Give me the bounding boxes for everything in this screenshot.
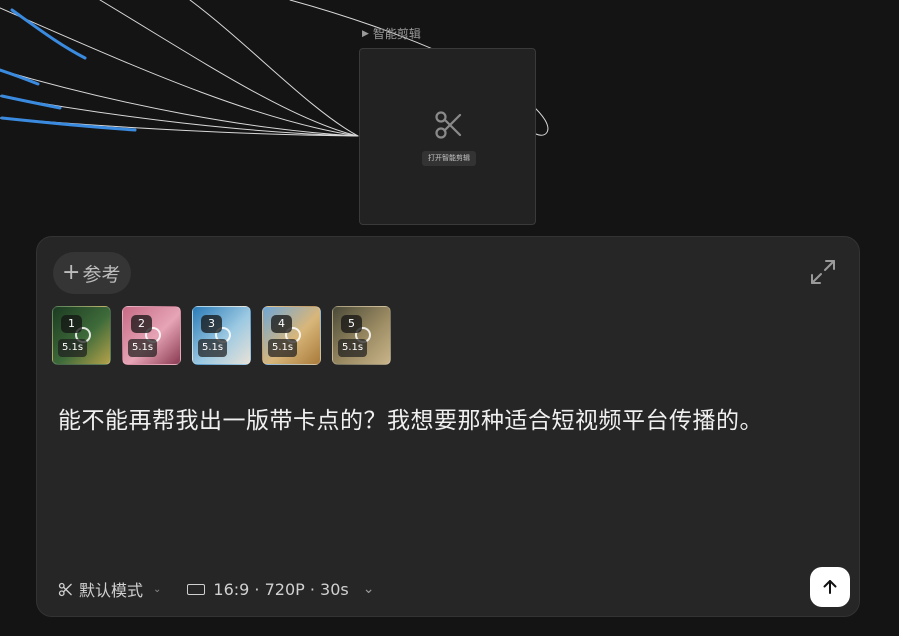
prompt-input[interactable]: 能不能再帮我出一版带卡点的？我想要那种适合短视频平台传播的。 [58, 401, 818, 441]
clip-index: 2 [131, 315, 152, 333]
mode-label: 默认模式 [79, 581, 144, 600]
aspect-ratio-icon [187, 583, 206, 595]
plus-icon: + [62, 260, 81, 285]
clip-thumbnail[interactable]: 3 5.1s [192, 306, 251, 365]
clip-duration: 5.1s [338, 339, 368, 357]
add-reference-button[interactable]: + 参考 [53, 252, 132, 294]
clip-thumbnail[interactable]: 2 5.1s [122, 306, 181, 365]
scissors-icon [58, 582, 72, 596]
clip-duration: 5.1s [198, 339, 228, 357]
clip-duration: 5.1s [58, 339, 88, 357]
clip-thumbnail[interactable]: 5 5.1s [332, 306, 391, 365]
chevron-down-icon: ⌄ [362, 581, 375, 597]
node-title-label: 智能剪辑 [372, 27, 421, 41]
scissors-icon [435, 111, 462, 139]
video-settings-selector[interactable]: 16:9 · 720P · 30s ⌄ [187, 580, 374, 599]
expand-icon[interactable] [808, 257, 838, 287]
chevron-down-icon: ⌄ [153, 583, 162, 595]
smart-edit-node[interactable]: 打开智能剪辑 [359, 48, 536, 225]
arrow-up-icon [823, 580, 837, 594]
video-settings-label: 16:9 · 720P · 30s [213, 579, 349, 599]
clip-duration: 5.1s [268, 339, 298, 357]
clip-thumbnail[interactable]: 1 5.1s [52, 306, 111, 365]
clip-list: 1 5.1s 2 5.1s 3 5.1s 4 5.1s 5 5.1s [52, 306, 391, 365]
send-button[interactable] [810, 567, 850, 607]
mode-selector[interactable]: 默认模式 ⌄ [58, 577, 161, 601]
add-reference-label: 参考 [82, 263, 121, 286]
clip-index: 4 [271, 315, 292, 333]
node-title: ▶ 智能剪辑 [362, 25, 421, 42]
play-icon: ▶ [362, 28, 369, 39]
clip-thumbnail[interactable]: 4 5.1s [262, 306, 321, 365]
clip-index: 1 [61, 315, 82, 333]
prompt-toolbar: 默认模式 ⌄ 16:9 · 720P · 30s ⌄ [58, 577, 374, 601]
clip-index: 5 [341, 315, 362, 333]
clip-index: 3 [201, 315, 222, 333]
clip-duration: 5.1s [128, 339, 158, 357]
open-smart-edit-button[interactable]: 打开智能剪辑 [422, 151, 476, 166]
prompt-panel: + 参考 1 5.1s 2 5.1s 3 5.1s 4 5.1s 5 5.1s … [36, 236, 860, 617]
